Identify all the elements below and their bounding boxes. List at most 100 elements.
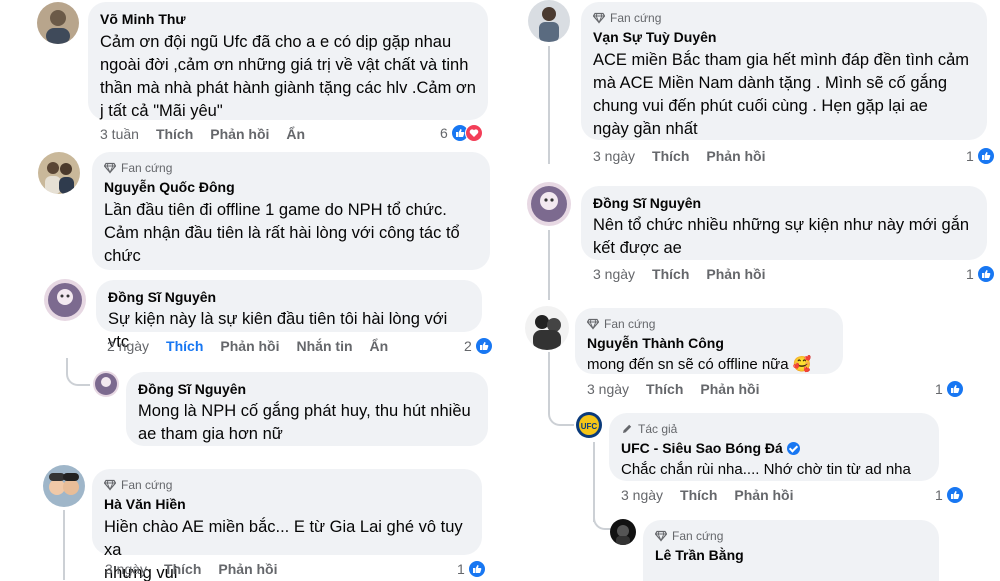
like-button[interactable]: Thích [156, 126, 193, 142]
message-button[interactable]: Nhắn tin [297, 338, 353, 354]
avatar[interactable] [38, 152, 80, 194]
avatar[interactable] [610, 519, 636, 545]
comment-bubble: Tác giả UFC - Siêu Sao Bóng Đá Chắc chắn… [609, 413, 939, 481]
avatar[interactable]: UFC [576, 412, 602, 438]
reply-button[interactable]: Phản hồi [700, 381, 759, 397]
reaction-count: 6 [440, 125, 448, 141]
reply-button[interactable]: Phản hồi [210, 126, 269, 142]
avatar[interactable] [525, 306, 569, 350]
like-button[interactable]: Thích [652, 266, 689, 282]
comment-actions: 3 ngày Thích Phản hồi [105, 561, 295, 577]
reply-button[interactable]: Phản hồi [706, 266, 765, 282]
hide-button[interactable]: Ẩn [286, 126, 305, 142]
like-icon [474, 337, 493, 355]
like-button[interactable]: Thích [652, 148, 689, 164]
comment-author[interactable]: Hà Văn Hiền [104, 495, 470, 513]
top-fan-badge: Fan cứng [104, 160, 478, 176]
comment-author[interactable]: Lê Trần Bằng [655, 546, 927, 564]
avatar[interactable] [44, 279, 86, 321]
comment-time[interactable]: 3 ngày [621, 487, 663, 503]
comment-time[interactable]: 3 ngày [587, 381, 629, 397]
reaction-summary[interactable]: 1 [457, 560, 486, 578]
like-icon [976, 147, 995, 165]
like-button[interactable]: Thích [646, 381, 683, 397]
right-comments-panel: Fan cứng Vạn Sự Tuỳ Duyên ACE miền Bắc t… [503, 0, 1000, 581]
reply-button[interactable]: Phản hồi [734, 487, 793, 503]
love-icon [464, 124, 483, 142]
like-button[interactable]: Thích [164, 561, 201, 577]
comment-actions: 3 ngày Thích Phản hồi [593, 148, 783, 164]
hide-button[interactable]: Ẩn [370, 338, 389, 354]
avatar[interactable] [528, 0, 570, 42]
reaction-summary[interactable]: 1 [966, 147, 995, 165]
reaction-count: 1 [966, 148, 974, 164]
avatar[interactable] [93, 371, 119, 397]
avatar[interactable] [527, 182, 571, 226]
comment-bubble: Đồng Sĩ Nguyên Sự kiện này là sự kiên đầ… [96, 280, 482, 351]
reply-button[interactable]: Phản hồi [218, 561, 277, 577]
reaction-summary[interactable]: 1 [966, 265, 995, 283]
comment-time[interactable]: 3 ngày [593, 266, 635, 282]
top-fan-badge: Fan cứng [655, 528, 927, 544]
comment-author[interactable]: Nguyễn Quốc Đông [104, 178, 478, 196]
like-button[interactable]: Thích [680, 487, 717, 503]
diamond-icon [593, 12, 605, 24]
reply-button[interactable]: Phản hồi [706, 148, 765, 164]
comment-bubble: Fan cứng Hà Văn Hiền Hiền chào AE miền b… [92, 469, 482, 581]
reaction-count: 1 [457, 561, 465, 577]
reaction-summary[interactable]: 6 [440, 124, 483, 142]
svg-text:UFC: UFC [581, 422, 598, 431]
comment-author[interactable]: Đồng Sĩ Nguyên [593, 194, 975, 212]
diamond-icon [655, 530, 667, 542]
comment-actions: 3 ngày Thích Phản hồi [587, 381, 777, 397]
comment-actions: 3 ngày Thích Phản hồi [621, 487, 811, 503]
comment-time[interactable]: 3 ngày [105, 561, 147, 577]
avatar[interactable] [43, 465, 85, 507]
top-fan-badge: Fan cứng [104, 477, 470, 493]
comment-actions: 3 ngày Thích Phản hồi [593, 266, 783, 282]
comment-author[interactable]: Võ Minh Thư [100, 10, 476, 28]
comment-text: Nên tổ chức nhiều những sự kiện như này … [593, 216, 970, 257]
comment-author[interactable]: Vạn Sự Tuỳ Duyên [593, 28, 975, 46]
comment-time[interactable]: 2 ngày [107, 338, 149, 354]
reaction-summary[interactable]: 2 [464, 337, 493, 355]
comment-actions: 3 tuần Thích Phản hồi Ẩn [100, 126, 322, 142]
top-fan-badge: Fan cứng [593, 10, 975, 26]
top-fan-badge: Fan cứng [587, 316, 831, 332]
diamond-icon [104, 162, 116, 174]
like-button[interactable]: Thích [166, 338, 203, 354]
reply-button[interactable]: Phản hồi [220, 338, 279, 354]
comment-bubble: Đồng Sĩ Nguyên Nên tổ chức nhiều những s… [581, 186, 987, 260]
comment-time[interactable]: 3 ngày [593, 148, 635, 164]
comment-time[interactable]: 3 tuần [100, 126, 139, 142]
comment-text: Cảm ơn đội ngũ Ufc đã cho a e có dịp gặp… [100, 33, 476, 120]
comment-author[interactable]: Nguyễn Thành Công [587, 334, 831, 352]
reaction-count: 2 [464, 338, 472, 354]
reaction-count: 1 [935, 487, 943, 503]
comment-bubble: Fan cứng Lê Trần Bằng [643, 520, 939, 581]
verified-icon [786, 441, 800, 455]
reaction-summary[interactable]: 1 [935, 486, 964, 504]
thread-line [63, 510, 65, 580]
comment-text: ACE miền Bắc tham gia hết mình đáp đền t… [593, 51, 970, 138]
comment-bubble: Fan cứng Nguyễn Thành Công mong đến sn s… [575, 308, 843, 374]
comment-bubble: Fan cứng Nguyễn Quốc Đông Lần đầu tiên đ… [92, 152, 490, 270]
thread-line [548, 46, 550, 164]
thread-line [548, 230, 550, 300]
comment-author[interactable]: Đồng Sĩ Nguyên [138, 380, 476, 398]
comment-text: Mong là NPH cố gắng phát huy, thu hút nh… [138, 402, 471, 443]
like-icon [945, 486, 964, 504]
reply-thread-line [548, 400, 574, 426]
diamond-icon [587, 318, 599, 330]
comment-author[interactable]: Đồng Sĩ Nguyên [108, 288, 470, 306]
comment-author[interactable]: UFC - Siêu Sao Bóng Đá [621, 439, 927, 457]
avatar[interactable] [37, 2, 79, 44]
pencil-icon [623, 424, 632, 433]
author-badge: Tác giả [621, 421, 927, 437]
comment-bubble: Võ Minh Thư Cảm ơn đội ngũ Ufc đã cho a … [88, 2, 488, 120]
reaction-summary[interactable]: 1 [935, 380, 964, 398]
reaction-count: 1 [935, 381, 943, 397]
comment-bubble: Fan cứng Vạn Sự Tuỳ Duyên ACE miền Bắc t… [581, 2, 987, 140]
diamond-icon [104, 479, 116, 491]
reaction-count: 1 [966, 266, 974, 282]
